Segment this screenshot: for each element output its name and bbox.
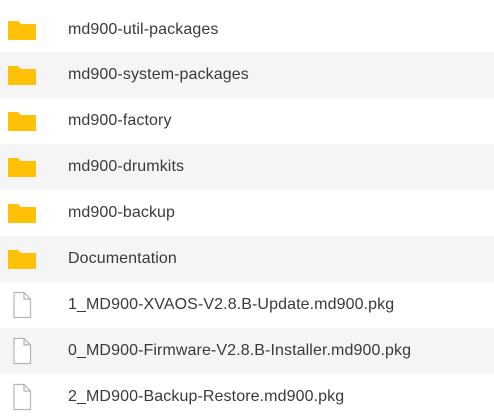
list-item-folder[interactable]: md900-factory [0,98,494,144]
list-item-file[interactable]: 0_MD900-Firmware-V2.8.B-Installer.md900.… [0,328,494,374]
list-item-file[interactable]: 1_MD900-XVAOS-V2.8.B-Update.md900.pkg [0,282,494,328]
file-icon [5,337,39,365]
item-name: md900-util-packages [68,21,219,38]
item-name: Documentation [68,250,177,267]
item-name: md900-drumkits [68,158,185,175]
item-name: md900-system-packages [68,66,249,83]
list-item-folder[interactable]: md900-backup [0,190,494,236]
item-name: 2_MD900-Backup-Restore.md900.pkg [68,388,345,405]
file-list: md900-util-packages md900-system-package… [0,0,494,413]
list-item-file[interactable]: 2_MD900-Backup-Restore.md900.pkg [0,374,494,420]
folder-icon [5,17,39,43]
item-name: 0_MD900-Firmware-V2.8.B-Installer.md900.… [68,342,412,359]
folder-icon [5,154,39,180]
file-icon [5,383,39,411]
list-item-folder[interactable]: Documentation [0,236,494,282]
folder-icon [5,200,39,226]
item-name: md900-backup [68,204,176,221]
file-icon [5,291,39,319]
folder-icon [5,62,39,88]
item-name: md900-factory [68,112,172,129]
folder-icon [5,246,39,272]
list-item-folder[interactable]: md900-drumkits [0,144,494,190]
list-item-folder[interactable]: md900-util-packages [0,7,494,53]
list-item-folder[interactable]: md900-system-packages [0,52,494,98]
item-name: 1_MD900-XVAOS-V2.8.B-Update.md900.pkg [68,296,395,313]
folder-icon [5,108,39,134]
